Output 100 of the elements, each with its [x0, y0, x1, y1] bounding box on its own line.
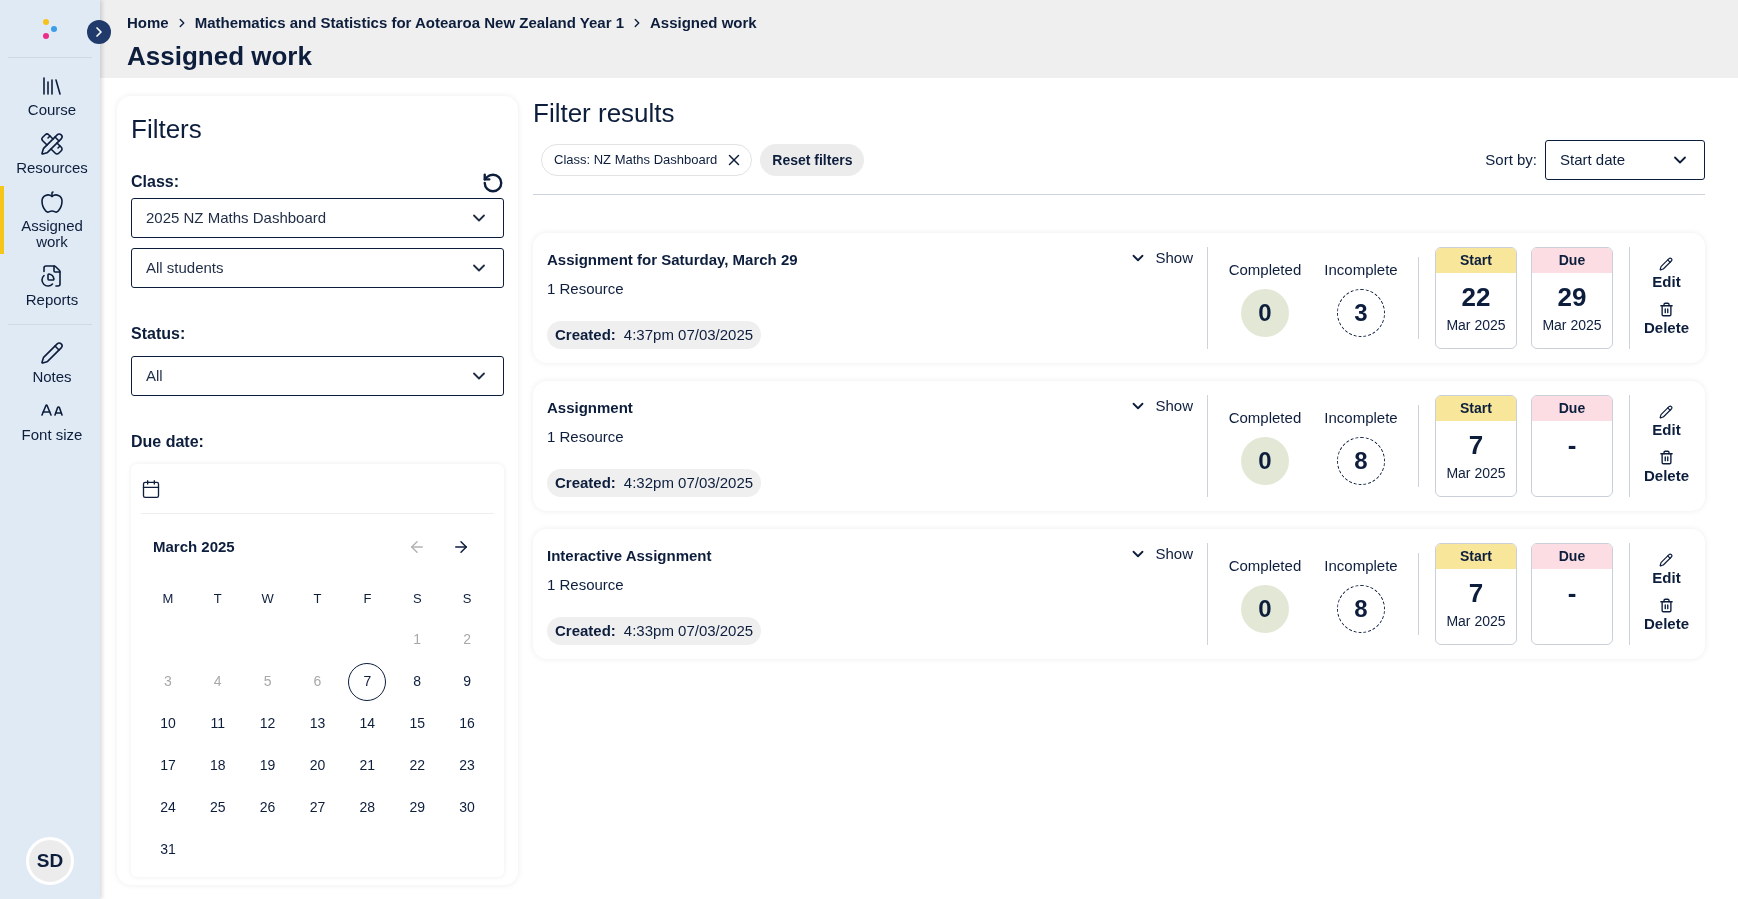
apple-icon [40, 190, 64, 214]
date-month: Mar 2025 [1446, 464, 1506, 483]
assignment-title: Assignment [547, 398, 633, 418]
pencil-icon [1659, 257, 1674, 271]
calendar-day[interactable]: 28 [348, 788, 387, 827]
students-select[interactable]: All students [131, 248, 504, 288]
calendar-day[interactable]: 20 [298, 746, 337, 785]
date-day: 7 [1468, 429, 1484, 461]
date-day: - [1567, 429, 1577, 461]
calendar-day[interactable]: 21 [348, 746, 387, 785]
calendar-day[interactable]: 8 [398, 662, 437, 701]
due-date-label: Due date: [131, 432, 205, 452]
status-select[interactable]: All [131, 356, 504, 396]
created-label: Created: [555, 472, 616, 493]
report-icon [40, 264, 64, 288]
date-month: Mar 2025 [1446, 612, 1506, 631]
calendar-day[interactable]: 26 [248, 788, 287, 827]
calendar-day[interactable]: 10 [148, 704, 187, 743]
delete-button[interactable]: Delete [1643, 301, 1689, 339]
calendar-day[interactable]: 13 [298, 704, 337, 743]
show-button[interactable]: Show [1129, 543, 1193, 566]
date-header: Start [1435, 248, 1516, 273]
books-icon [40, 74, 64, 98]
logo-icon[interactable] [41, 17, 59, 40]
calendar-day[interactable]: 24 [148, 788, 187, 827]
date-header: Start [1435, 544, 1516, 569]
created-time: 4:32pm 07/03/2025 [623, 472, 754, 493]
weekday-label: M [161, 589, 175, 608]
filters-title: Filters [131, 114, 203, 144]
user-avatar[interactable]: SD [26, 837, 74, 885]
calendar-icon[interactable] [141, 478, 161, 499]
calendar-day[interactable]: 23 [448, 746, 487, 785]
sidebar-item[interactable]: Assigned work [0, 186, 100, 254]
sidebar-item[interactable]: Font size [0, 395, 100, 447]
sidebar-item[interactable]: Course [0, 70, 100, 122]
calendar-day[interactable]: 22 [398, 746, 437, 785]
sort-select[interactable]: Start date [1545, 140, 1705, 180]
date-header: Start [1435, 396, 1516, 421]
breadcrumb-link[interactable]: Home [127, 12, 169, 35]
expand-sidebar-button[interactable] [87, 20, 111, 44]
reset-filters-button[interactable]: Reset filters [760, 144, 865, 176]
calendar-day[interactable]: 14 [348, 704, 387, 743]
calendar-day[interactable]: 9 [448, 662, 487, 701]
completed-count: 0 [1240, 585, 1289, 634]
weekday-label: T [312, 589, 323, 608]
calendar-day[interactable]: 16 [448, 704, 487, 743]
breadcrumb-link[interactable]: Mathematics and Statistics for Aotearoa New Zealand Year 1 [194, 12, 624, 35]
incomplete-label: Incomplete [1324, 555, 1398, 576]
calendar-day[interactable]: 31 [148, 830, 187, 869]
results-title: Filter results [533, 98, 676, 128]
sidebar-item[interactable]: Notes [0, 337, 100, 389]
trash-icon [1659, 301, 1674, 317]
created-label: Created: [555, 620, 616, 641]
weekday-label: S [461, 589, 473, 608]
calendar-day[interactable]: 15 [398, 704, 437, 743]
sort-label: Sort by: [1485, 149, 1537, 170]
pencil-icon [40, 341, 64, 365]
show-button[interactable]: Show [1129, 247, 1193, 270]
show-button[interactable]: Show [1129, 395, 1193, 418]
class-label: Class: [131, 172, 180, 192]
completed-count: 0 [1240, 437, 1289, 486]
weekday-label: W [260, 589, 275, 608]
weekday-label: S [411, 589, 423, 608]
calendar-day[interactable]: 19 [248, 746, 287, 785]
page-title: Assigned work [127, 40, 313, 71]
calendar-day[interactable]: 18 [198, 746, 237, 785]
reset-icon[interactable] [482, 172, 504, 194]
calendar-day[interactable]: 11 [198, 704, 237, 743]
completed-label: Completed [1228, 259, 1302, 280]
calendar-day[interactable]: 29 [398, 788, 437, 827]
weekday-label: T [212, 589, 223, 608]
calendar-day[interactable]: 17 [148, 746, 187, 785]
date-day: - [1567, 577, 1577, 609]
class-select[interactable]: 2025 NZ Maths Dashboard [131, 198, 504, 238]
sidebar-item[interactable]: Reports [0, 260, 100, 312]
delete-button[interactable]: Delete [1643, 597, 1689, 635]
status-label: Status: [131, 324, 187, 344]
edit-button[interactable]: Edit [1652, 553, 1681, 590]
edit-button[interactable]: Edit [1652, 405, 1681, 442]
resource-count: 1 Resource [547, 426, 625, 447]
completed-label: Completed [1228, 407, 1302, 428]
calendar-day[interactable]: 30 [448, 788, 487, 827]
delete-button[interactable]: Delete [1643, 449, 1689, 487]
edit-button[interactable]: Edit [1652, 257, 1681, 294]
pencil-icon [1659, 553, 1674, 567]
pencil-icon [1659, 405, 1674, 419]
date-header: Due [1531, 396, 1612, 421]
date-month: Mar 2025 [1446, 316, 1506, 335]
pencil-ruler-icon [40, 132, 64, 156]
sidebar-item[interactable]: Resources [0, 128, 100, 180]
calendar-day[interactable]: 12 [248, 704, 287, 743]
weekday-label: F [362, 589, 373, 608]
date-month: Mar 2025 [1542, 316, 1602, 335]
calendar-day[interactable]: 27 [298, 788, 337, 827]
assignment-title: Interactive Assignment [547, 546, 712, 566]
calendar-day[interactable]: 25 [198, 788, 237, 827]
calendar-month: March 2025 [153, 537, 235, 557]
created-time: 4:33pm 07/03/2025 [623, 620, 754, 641]
date-header: Due [1531, 248, 1612, 273]
created-label: Created: [555, 324, 616, 345]
